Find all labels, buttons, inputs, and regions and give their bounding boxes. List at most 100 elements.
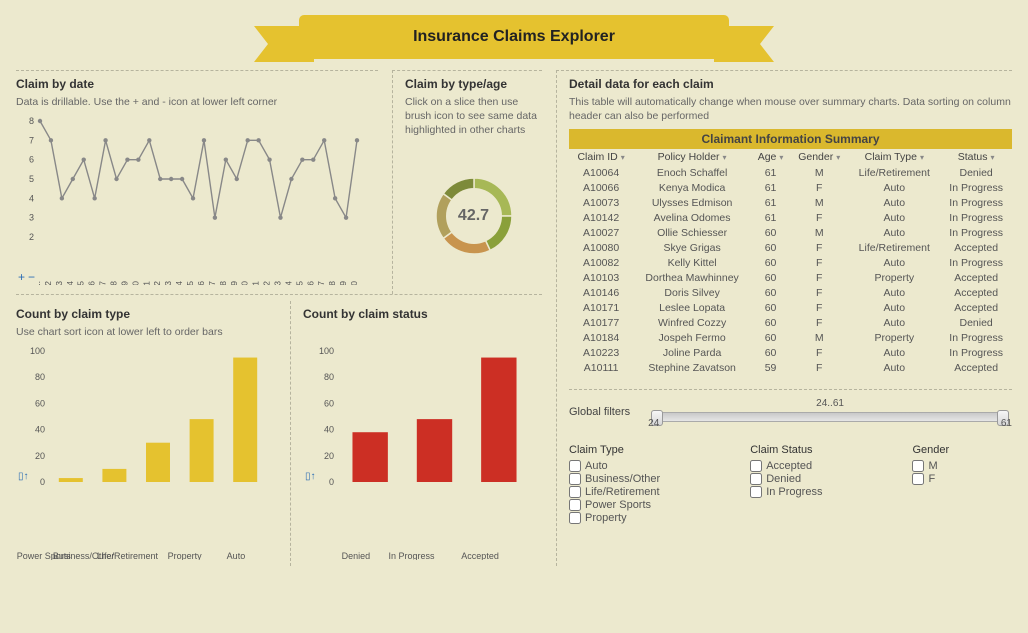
checkbox-accepted[interactable]: Accepted — [750, 460, 822, 472]
col-age[interactable]: Age▾ — [751, 149, 790, 165]
svg-text:01.05: 01.05 — [76, 281, 86, 285]
svg-text:80: 80 — [324, 373, 334, 383]
checkbox-power-sports[interactable]: Power Sports — [569, 499, 660, 511]
svg-text:Denied: Denied — [342, 551, 371, 560]
svg-text:01.25: 01.25 — [294, 281, 304, 285]
svg-text:01.14: 01.14 — [174, 281, 184, 285]
col-status[interactable]: Status▾ — [940, 149, 1012, 165]
table-summary-title: Claimant Information Summary — [569, 129, 1012, 149]
svg-text:01.26: 01.26 — [305, 281, 315, 285]
title-banner: Insurance Claims Explorer — [254, 12, 774, 62]
filter-group-gender: Gender M F — [912, 444, 949, 525]
panel-claim-by-date: Claim by date Data is drillable. Use the… — [16, 70, 378, 294]
svg-text:01.27: 01.27 — [316, 281, 326, 285]
svg-text:01.19: 01.19 — [229, 281, 239, 285]
slider-min-label: 24 — [648, 418, 659, 429]
panel-title: Detail data for each claim — [569, 77, 1012, 91]
table-row[interactable]: A10066Kenya Modica61FAutoIn Progress — [569, 180, 1012, 195]
table-row[interactable]: A10064Enoch Schaffel61MLife/RetirementDe… — [569, 165, 1012, 180]
svg-text:2: 2 — [29, 232, 34, 242]
svg-text:01.09: 01.09 — [119, 281, 129, 285]
sort-caret-icon: ▾ — [776, 153, 783, 162]
table-row[interactable]: A10080Skye Grigas60FLife/RetirementAccep… — [569, 240, 1012, 255]
svg-text:40: 40 — [35, 425, 45, 435]
col-policy-holder[interactable]: Policy Holder▾ — [633, 149, 751, 165]
svg-text:6: 6 — [29, 155, 34, 165]
svg-text:8: 8 — [29, 116, 34, 126]
svg-text:20: 20 — [324, 451, 334, 461]
donut-center-value: 42.7 — [446, 188, 502, 244]
svg-text:100: 100 — [319, 346, 334, 356]
table-row[interactable]: A10103Dorthea Mawhinney60FPropertyAccept… — [569, 270, 1012, 285]
checkbox-auto[interactable]: Auto — [569, 460, 660, 472]
checkbox-property[interactable]: Property — [569, 512, 660, 524]
svg-text:01.06: 01.06 — [87, 281, 97, 285]
svg-text:−: − — [28, 270, 35, 284]
claims-table: Claim ID▾ Policy Holder▾ Age▾ Gender▾ Cl… — [569, 149, 1012, 375]
svg-text:100: 100 — [30, 346, 45, 356]
svg-text:01.08: 01.08 — [109, 281, 119, 285]
svg-text:01.12: 01.12 — [152, 281, 162, 285]
checkbox-denied[interactable]: Denied — [750, 473, 822, 485]
table-row[interactable]: A10184Jospeh Fermo60MPropertyIn Progress — [569, 330, 1012, 345]
table-row[interactable]: A10142Avelina Odomes61FAutoIn Progress — [569, 210, 1012, 225]
table-row[interactable]: A10082Kelly Kittel60FAutoIn Progress — [569, 255, 1012, 270]
col-claim-id[interactable]: Claim ID▾ — [569, 149, 633, 165]
checkbox-business-other[interactable]: Business/Other — [569, 473, 660, 485]
svg-text:3: 3 — [29, 213, 34, 223]
svg-text:80: 80 — [35, 373, 45, 383]
svg-text:5: 5 — [29, 174, 34, 184]
panel-claim-by-type-age: Claim by type/age Click on a slice then … — [392, 70, 542, 294]
checkbox-life-retirement[interactable]: Life/Retirement — [569, 486, 660, 498]
svg-text:60: 60 — [35, 399, 45, 409]
filter-group-claim-status: Claim Status Accepted Denied In Progress — [750, 444, 822, 525]
checkbox-in-progress[interactable]: In Progress — [750, 486, 822, 498]
sort-caret-icon: ▾ — [833, 153, 840, 162]
svg-text:01.15: 01.15 — [185, 281, 195, 285]
sort-icon[interactable]: ▯↑ — [18, 471, 29, 482]
slider-range-label: 24..61 — [816, 398, 844, 409]
sort-caret-icon: ▾ — [618, 153, 625, 162]
table-row[interactable]: A10223Joline Parda60FAutoIn Progress — [569, 345, 1012, 360]
svg-text:01.22: 01.22 — [262, 281, 272, 285]
svg-text:01.04: 01.04 — [65, 281, 75, 285]
svg-text:01.20: 01.20 — [240, 281, 250, 285]
panel-title: Count by claim type — [16, 307, 276, 321]
filter-group-claim-type: Claim Type Auto Business/Other Life/Reti… — [569, 444, 660, 525]
table-row[interactable]: A10177Winfred Cozzy60FAutoDenied — [569, 315, 1012, 330]
donut-chart[interactable]: 42.7 — [424, 166, 524, 266]
svg-text:Property: Property — [168, 551, 203, 560]
svg-text:Accepted: Accepted — [461, 551, 499, 560]
svg-text:01.11: 01.11 — [141, 281, 151, 285]
col-claim-type[interactable]: Claim Type▾ — [848, 149, 940, 165]
svg-text:01.13: 01.13 — [163, 281, 173, 285]
svg-text:01.28: 01.28 — [327, 281, 337, 285]
col-gender[interactable]: Gender▾ — [790, 149, 848, 165]
sort-icon[interactable]: ▯↑ — [305, 471, 316, 482]
age-range-slider[interactable]: 24..61 24 61 — [648, 398, 1012, 426]
filter-group-title: Gender — [912, 444, 949, 456]
line-chart[interactable]: 23456782014..01.0201.0301.0401.0501.0601… — [16, 115, 361, 285]
svg-text:4: 4 — [29, 194, 34, 204]
checkbox-gender-m[interactable]: M — [912, 460, 949, 472]
svg-text:01.17: 01.17 — [207, 281, 217, 285]
svg-text:01.03: 01.03 — [54, 281, 64, 285]
svg-text:01.29: 01.29 — [338, 281, 348, 285]
table-row[interactable]: A10171Leslee Lopata60FAutoAccepted — [569, 300, 1012, 315]
panel-title: Claim by type/age — [405, 77, 542, 91]
table-row[interactable]: A10111Stephine Zavatson59FAutoAccepted — [569, 360, 1012, 375]
checkbox-gender-f[interactable]: F — [912, 473, 949, 485]
panel-subtitle: This table will automatically change whe… — [569, 95, 1012, 123]
table-row[interactable]: A10027Ollie Schiesser60MAutoIn Progress — [569, 225, 1012, 240]
sort-caret-icon: ▾ — [720, 153, 727, 162]
bottom-row: Count by claim type Use chart sort icon … — [16, 294, 542, 566]
sort-caret-icon: ▾ — [988, 153, 995, 162]
panel-global-filters: Global filters 24..61 24 61 Claim Type A… — [569, 389, 1012, 525]
filter-group-title: Claim Status — [750, 444, 822, 456]
svg-text:01.02: 01.02 — [43, 281, 53, 285]
bar-chart-claim-status[interactable]: 020406080100DeniedIn ProgressAccepted — [303, 345, 542, 560]
table-row[interactable]: A10073Ulysses Edmison61MAutoIn Progress — [569, 195, 1012, 210]
bar-chart-claim-type[interactable]: 020406080100Power SportsBusiness/OtherLi… — [16, 345, 276, 560]
table-row[interactable]: A10146Doris Silvey60FAutoAccepted — [569, 285, 1012, 300]
panel-count-by-status: Count by claim status ▯↑ 020406080100Den… — [290, 301, 542, 566]
